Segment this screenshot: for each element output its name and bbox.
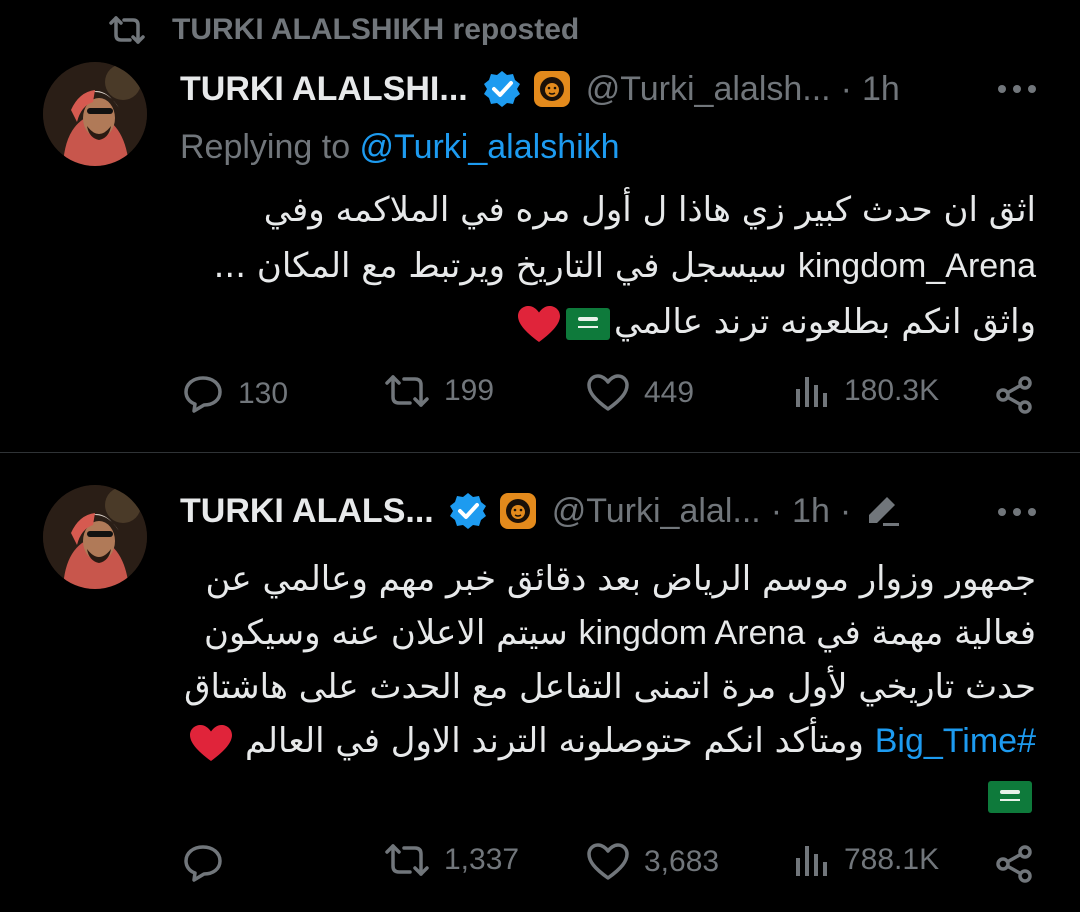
- reply-icon: [184, 376, 222, 413]
- view-count: 180.3K: [844, 374, 940, 407]
- red-heart-icon: [517, 305, 560, 342]
- edit-pencil-icon[interactable]: [865, 493, 901, 529]
- share-icon: [996, 376, 1032, 414]
- replying-to-link[interactable]: @Turki_alalshikh: [360, 128, 620, 166]
- display-name[interactable]: TURKI ALALSHI...: [180, 70, 468, 109]
- tweet-actions: 130 199 449 180.3K: [0, 373, 1080, 423]
- repost-icon: [109, 16, 145, 44]
- tweet-text-en: kingdom_Arena: [797, 247, 1036, 285]
- repost-button[interactable]: 1,337: [384, 842, 519, 878]
- more-icon[interactable]: [998, 508, 1036, 516]
- repost-count: 1,337: [444, 843, 520, 876]
- repost-banner-text: TURKI ALALSHIKH reposted: [172, 13, 580, 46]
- views-icon: [796, 846, 827, 876]
- like-icon: [587, 843, 629, 880]
- share-button[interactable]: [994, 375, 1034, 415]
- like-icon: [587, 374, 629, 411]
- verified-badge-icon[interactable]: [482, 69, 522, 109]
- reply-icon: [184, 845, 222, 882]
- like-button[interactable]: 3,683: [586, 842, 719, 882]
- display-name[interactable]: TURKI ALALS...: [180, 492, 434, 531]
- tweet-header: TURKI ALALS... @Turki_alal... · 1h ·: [180, 486, 901, 536]
- tweet-text-ar: واثق انكم بطلعونه ترند عالمي: [613, 302, 1036, 342]
- repost-icon: [385, 375, 429, 407]
- timestamp[interactable]: 1h: [792, 492, 830, 531]
- avatar[interactable]: [43, 62, 147, 166]
- tweet-line: واثق انكم بطلعونه ترند عالمي: [214, 294, 1036, 350]
- views-button[interactable]: 788.1K: [794, 842, 939, 878]
- reply-count: 130: [238, 377, 289, 410]
- tweet-header: TURKI ALALSHI... @Turki_alalsh... · 1h: [180, 64, 900, 114]
- avatar[interactable]: [43, 485, 147, 589]
- hashtag-link[interactable]: #Big_Time: [875, 722, 1036, 760]
- replying-to-label: Replying to: [180, 128, 360, 166]
- verified-badge-icon[interactable]: [448, 491, 488, 531]
- replying-to: Replying to @Turki_alalshikh: [180, 128, 620, 167]
- more-icon[interactable]: [998, 85, 1036, 93]
- like-button[interactable]: 449: [586, 373, 694, 413]
- tweet-line: جمهور وزوار موسم الرياض بعد دقائق خبر مه…: [205, 559, 1036, 599]
- view-count: 788.1K: [844, 843, 940, 876]
- saudi-flag-icon: [565, 307, 610, 340]
- tweet-line: فعالية مهمة في kingdom Arena سيتم الاعلا…: [184, 606, 1036, 660]
- tweet-line: #Big_Time ومتأكد انكم حتوصلونه الترند ال…: [184, 714, 1036, 768]
- saudi-flag-icon: [988, 780, 1032, 813]
- repost-button[interactable]: 199: [384, 373, 494, 409]
- share-icon: [996, 845, 1032, 883]
- tweet-text: اثق ان حدث كبير زي هاذا ل أول مره في الم…: [214, 182, 1036, 350]
- divider: [0, 452, 1080, 453]
- separator-dot: ·: [839, 491, 852, 530]
- timestamp[interactable]: 1h: [862, 70, 900, 109]
- views-button[interactable]: 180.3K: [794, 373, 939, 409]
- tweet-text-ar: سيتم الاعلان عنه وسيكون: [204, 613, 579, 653]
- share-button[interactable]: [994, 844, 1034, 884]
- separator-dot: ·: [840, 69, 852, 108]
- like-count: 449: [644, 376, 695, 409]
- lion-logo-icon[interactable]: [499, 493, 536, 529]
- tweet-line: [184, 768, 1036, 822]
- tweet-line: اثق ان حدث كبير زي هاذا ل أول مره في الم…: [263, 190, 1036, 230]
- views-icon: [796, 377, 827, 407]
- separator-dot: ·: [770, 491, 783, 530]
- tweet-line: kingdom_Arena سيسجل في التاريخ ويرتبط مع…: [214, 238, 1036, 294]
- repost-banner: TURKI ALALSHIKH reposted: [108, 8, 579, 52]
- repost-count: 199: [444, 374, 495, 407]
- red-heart-icon: [190, 724, 233, 761]
- tweet-text-en: kingdom Arena: [578, 614, 806, 652]
- tweet-text-ar: ومتأكد انكم حتوصلونه الترند الاول في الع…: [234, 721, 875, 761]
- reply-button[interactable]: 130: [182, 373, 288, 415]
- repost-icon: [385, 844, 429, 876]
- tweet-actions: 1,337 3,683 788.1K: [0, 842, 1080, 892]
- handle[interactable]: @Turki_alalsh...: [586, 70, 831, 109]
- tweet-line: حدث تاريخي لأول مرة اتمنى التفاعل مع الح…: [184, 667, 1036, 707]
- reply-button[interactable]: [182, 842, 224, 884]
- lion-logo-icon[interactable]: [533, 71, 570, 107]
- tweet-text: جمهور وزوار موسم الرياض بعد دقائق خبر مه…: [184, 552, 1036, 822]
- tweet-text-ar: سيسجل في التاريخ ويرتبط مع المكان ...: [213, 246, 798, 286]
- handle[interactable]: @Turki_alal...: [552, 492, 761, 531]
- tweet-text-ar: فعالية مهمة في: [805, 613, 1036, 653]
- like-count: 3,683: [644, 845, 720, 878]
